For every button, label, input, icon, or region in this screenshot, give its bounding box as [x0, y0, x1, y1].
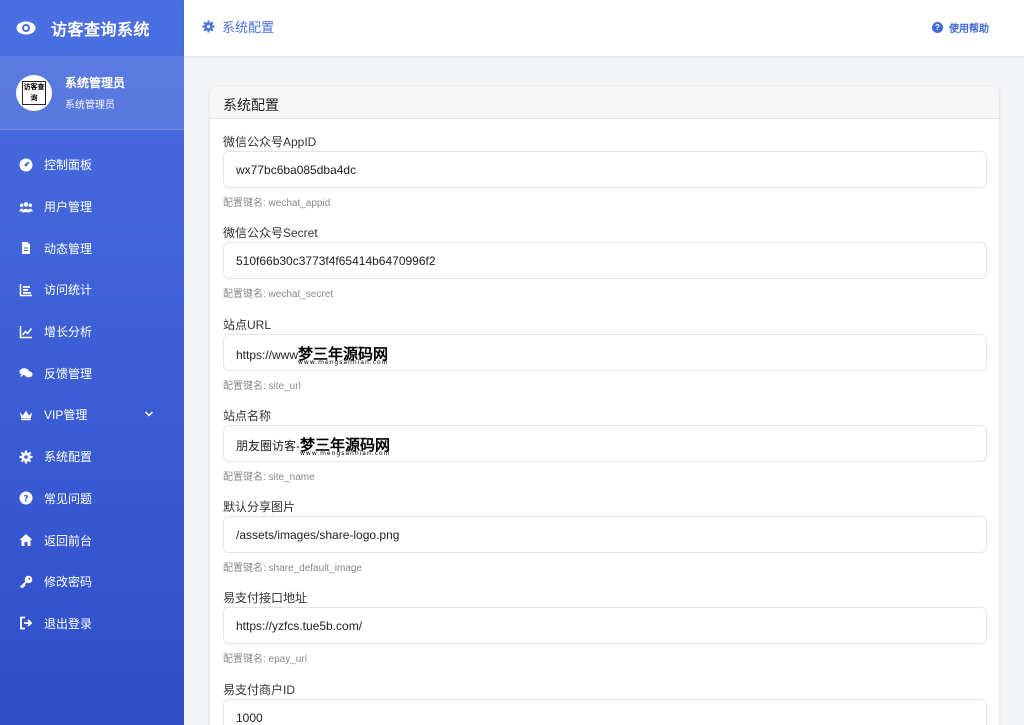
field-share-image: 默认分享图片 /assets/images/share-logo.png 配置键… [223, 484, 987, 575]
field-hint: 配置键名: share_default_image [223, 563, 362, 575]
watermark: 梦三年源码网 www.mengsannian.com [300, 434, 391, 457]
user-panel: 访客查询 系统管理员 系统管理员 [0, 56, 184, 130]
breadcrumb: 系统配置 [202, 17, 274, 36]
user-role: 系统管理员 [65, 100, 115, 111]
field-site-url: 站点URL https://www梦三年源码网 www.mengsannian.c… [223, 302, 987, 393]
app-title: 访客查询系统 [51, 22, 151, 39]
chevron-down-icon[interactable] [144, 409, 154, 419]
crown-icon [19, 410, 33, 421]
sidebar-item-feedback[interactable]: 反馈管理 [0, 352, 184, 394]
breadcrumb-label: 系统配置 [222, 20, 275, 35]
sidebar-item-posts[interactable]: 动态管理 [0, 227, 184, 269]
bar-chart-icon [19, 283, 32, 297]
field-hint: 配置键名: wechat_appid [223, 198, 331, 209]
sidebar-item-label: 系统配置 [44, 450, 93, 465]
settings-card: 系统配置 微信公众号AppID wx77bc6ba085dba4dc 配置键名:… [210, 87, 999, 725]
epay-url-input[interactable]: https://yzfcs.tue5b.com/ [223, 607, 987, 645]
sidebar-item-password[interactable]: 修改密码 [0, 561, 184, 603]
sidebar-item-label: 退出登录 [44, 616, 93, 631]
key-icon [19, 575, 33, 588]
gear-icon [19, 450, 33, 464]
avatar-logo: 访客查询 [22, 80, 46, 105]
user-name: 系统管理员 [65, 76, 126, 90]
field-hint: 配置键名: site_url [223, 380, 301, 392]
question-circle-icon: ? [932, 22, 943, 33]
sidebar-item-settings[interactable]: 系统配置 [0, 436, 184, 478]
sidebar-item-faq[interactable]: ? 常见问题 [0, 478, 184, 520]
sidebar-item-vip[interactable]: VIP管理 [0, 394, 184, 436]
gear-icon [202, 20, 215, 33]
share-image-input[interactable]: /assets/images/share-logo.png [223, 516, 987, 554]
field-label: 易支付接口地址 [223, 591, 308, 606]
field-label: 易支付商户ID [223, 682, 296, 697]
input-value: wx77bc6ba085dba4dc [236, 163, 357, 177]
sidebar-item-growth[interactable]: 增长分析 [0, 311, 184, 353]
sidebar-item-label: 增长分析 [44, 325, 93, 340]
site-url-input[interactable]: https://www梦三年源码网 www.mengsannian.com [223, 333, 987, 371]
sidebar-item-label: 动态管理 [44, 241, 93, 256]
sidebar-item-home[interactable]: 返回前台 [0, 519, 184, 561]
sidebar-item-label: 返回前台 [44, 533, 93, 548]
input-value: 510f66b30c3773f4f65414b6470996f2 [236, 254, 436, 269]
field-epay-url: 易支付接口地址 https://yzfcs.tue5b.com/ 配置键名: e… [223, 575, 987, 666]
sidebar-item-stats[interactable]: 访问统计 [0, 269, 184, 311]
sidebar-item-label: 反馈管理 [44, 366, 93, 381]
input-value: 朋友圈访客- [236, 438, 300, 453]
sidebar-item-label: 访问统计 [44, 283, 93, 298]
wechat-secret-input[interactable]: 510f66b30c3773f4f65414b6470996f2 [223, 242, 987, 280]
field-epay-pid: 易支付商户ID 1000 [223, 667, 987, 725]
watermark: 梦三年源码网 www.mengsannian.com [298, 343, 389, 366]
avatar: 访客查询 [16, 74, 52, 111]
input-value: https://yzfcs.tue5b.com/ [236, 619, 363, 634]
sidebar-item-label: 控制面板 [44, 158, 93, 173]
sidebar-item-logout[interactable]: 退出登录 [0, 603, 184, 645]
input-value: /assets/images/share-logo.png [236, 528, 400, 543]
field-hint: 配置键名: site_name [223, 471, 315, 483]
sidebar-nav: 控制面板 用户管理 动态管理 访问统计 增长分析 反馈管理 VIP管理 系统配置… [0, 144, 184, 644]
home-icon [19, 534, 33, 547]
question-icon: ? [19, 491, 33, 505]
epay-pid-input[interactable]: 1000 [223, 698, 987, 725]
field-label: 微信公众号AppID [223, 135, 317, 149]
line-chart-icon [19, 325, 33, 338]
site-name-input[interactable]: 朋友圈访客-梦三年源码网 www.mengsannian.com [223, 424, 987, 462]
svg-text:?: ? [23, 495, 28, 505]
sidebar-item-label: 用户管理 [44, 200, 93, 215]
card-title: 系统配置 [210, 87, 999, 119]
help-link[interactable]: ? 使用帮助 [932, 20, 989, 35]
input-value: https://www [236, 347, 299, 362]
field-label: 微信公众号Secret [223, 226, 318, 241]
watermark-url: www.mengsannian.com [300, 449, 391, 457]
sidebar-item-label: 常见问题 [44, 491, 93, 506]
sidebar-item-dashboard[interactable]: 控制面板 [0, 144, 184, 186]
field-label: 站点名称 [223, 408, 272, 423]
sidebar-item-users[interactable]: 用户管理 [0, 186, 184, 228]
logout-icon [20, 617, 33, 630]
help-label: 使用帮助 [949, 24, 989, 35]
field-wechat-appid: 微信公众号AppID wx77bc6ba085dba4dc 配置键名: wech… [223, 119, 987, 210]
field-wechat-secret: 微信公众号Secret 510f66b30c3773f4f65414b64709… [223, 210, 987, 301]
field-hint: 配置键名: epay_url [223, 654, 307, 666]
sidebar-item-label: 修改密码 [44, 575, 93, 590]
settings-form: 微信公众号AppID wx77bc6ba085dba4dc 配置键名: wech… [210, 119, 999, 725]
file-icon [22, 242, 30, 255]
comments-icon [19, 368, 33, 378]
watermark-url: www.mengsannian.com [298, 358, 389, 366]
field-label: 默认分享图片 [223, 500, 296, 515]
top-header: 系统配置 ? 使用帮助 [184, 0, 1024, 56]
dashboard-icon [19, 158, 33, 172]
input-value: 1000 [236, 710, 263, 725]
field-site-name: 站点名称 朋友圈访客-梦三年源码网 www.mengsannian.com 配置键… [223, 393, 987, 484]
field-label: 站点URL [223, 317, 272, 332]
wechat-appid-input[interactable]: wx77bc6ba085dba4dc [223, 151, 987, 188]
field-hint: 配置键名: wechat_secret [223, 289, 334, 301]
users-icon [19, 201, 33, 212]
sidebar: 访客查询系统 访客查询 系统管理员 系统管理员 控制面板 用户管理 动态管理 访… [0, 0, 184, 725]
brand[interactable]: 访客查询系统 [0, 0, 184, 56]
eye-icon [16, 21, 36, 35]
sidebar-item-label: VIP管理 [44, 408, 88, 423]
